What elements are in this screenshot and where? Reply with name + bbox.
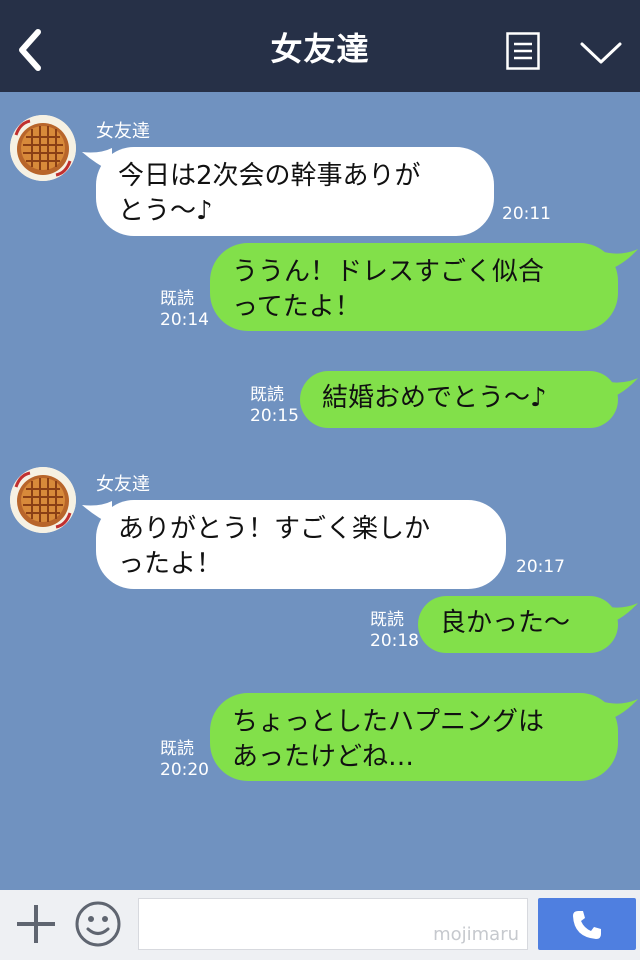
message-line: ったよ！ [118, 549, 223, 579]
add-button[interactable] [14, 902, 58, 946]
message-time: 20:15 [250, 406, 299, 426]
message-bubble-incoming[interactable]: 今日は2次会の幹事ありが とう〜♪ [96, 147, 494, 236]
message-line: あったけどね… [232, 742, 415, 772]
message-time: 20:18 [370, 631, 419, 651]
list-icon [506, 32, 540, 70]
message-bubble-outgoing[interactable]: ちょっとしたハプニングは あったけどね… [210, 693, 618, 781]
read-receipt: 既読 [370, 610, 404, 630]
message-line: ありがとう！すごく楽しか [118, 514, 431, 544]
message-time: 20:20 [160, 760, 209, 780]
message-line: とう〜♪ [118, 196, 213, 226]
message-bubble-outgoing[interactable]: 結婚おめでとう〜♪ [300, 371, 618, 428]
phone-icon [573, 911, 601, 939]
message-time: 20:17 [516, 557, 565, 577]
call-button[interactable] [538, 898, 636, 950]
menu-button[interactable] [506, 32, 540, 70]
sender-name: 女友達 [96, 474, 150, 495]
watermark-text: mojimaru [433, 924, 519, 945]
sender-name: 女友達 [96, 121, 150, 142]
read-receipt: 既読 [160, 739, 194, 759]
emoji-button[interactable] [74, 900, 122, 948]
message-line: 良かった〜 [440, 608, 571, 638]
message-line: ちょっとしたハプニングは [232, 707, 545, 737]
message-status: 既読 20:15 [250, 385, 299, 427]
message-time: 20:11 [502, 204, 551, 224]
contact-avatar[interactable] [10, 115, 76, 181]
message-bubble-outgoing[interactable]: 良かった〜 [418, 596, 618, 653]
message-line: 結婚おめでとう〜♪ [322, 383, 547, 413]
message-line: ってたよ！ [232, 292, 361, 322]
read-receipt: 既読 [160, 289, 194, 309]
message-bubble-outgoing[interactable]: ううん！ドレスすごく似合 ってたよ！ [210, 243, 618, 331]
message-status: 既読 20:20 [160, 739, 209, 781]
pie-avatar [10, 115, 76, 181]
message-line: 今日は2次会の幹事ありが [118, 161, 421, 191]
collapse-button[interactable] [578, 38, 624, 68]
message-line: ううん！ドレスすごく似合 [232, 257, 545, 287]
plus-icon [17, 905, 55, 943]
chevron-down-icon [580, 42, 622, 64]
message-time: 20:14 [160, 310, 209, 330]
message-bubble-incoming[interactable]: ありがとう！すごく楽しか ったよ！ [96, 500, 506, 589]
smiley-icon [75, 901, 121, 947]
chat-title: 女友達 [270, 30, 370, 68]
message-status: 既読 20:14 [160, 289, 209, 331]
message-input[interactable]: mojimaru [138, 898, 528, 950]
read-receipt: 既読 [250, 385, 284, 405]
chat-header: 女友達 [0, 0, 640, 92]
pie-avatar [10, 467, 76, 533]
message-status: 既読 20:18 [370, 610, 419, 652]
contact-avatar[interactable] [10, 467, 76, 533]
